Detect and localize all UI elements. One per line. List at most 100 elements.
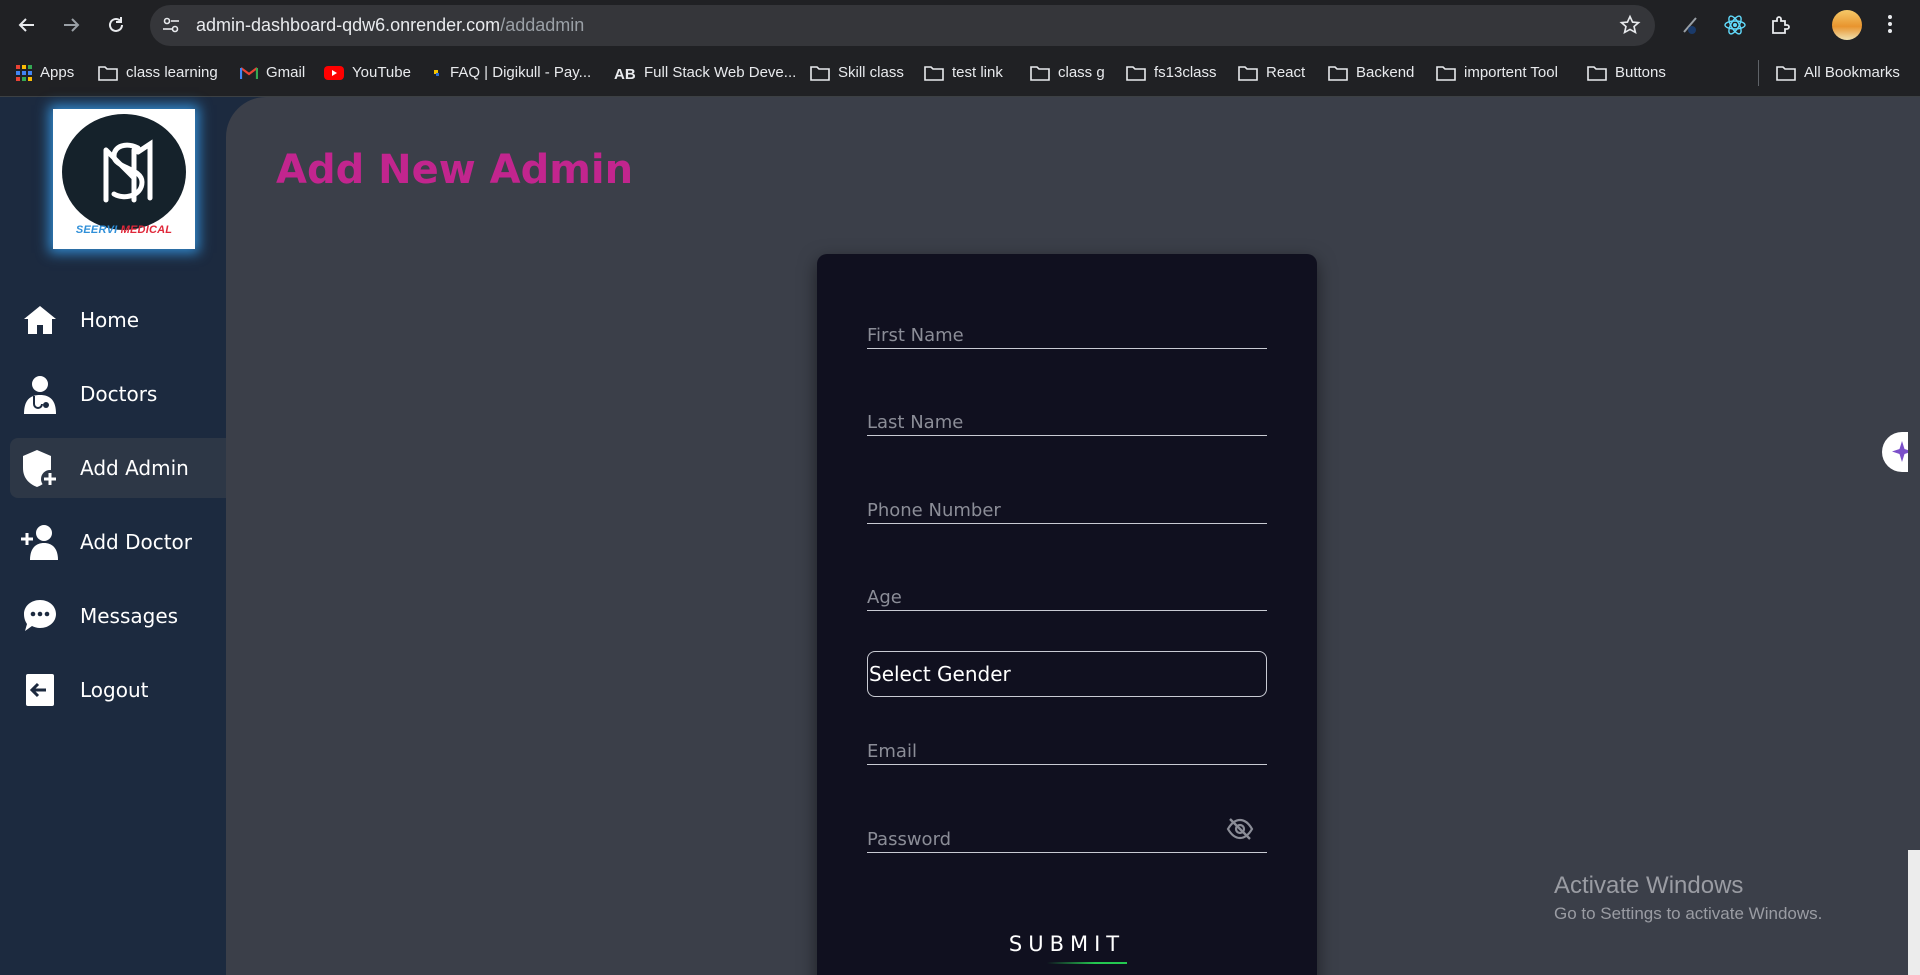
gender-select-value: Select Gender bbox=[869, 662, 1011, 686]
chat-icon bbox=[20, 596, 60, 636]
scrollbar-thumb[interactable] bbox=[1908, 850, 1920, 975]
folder-icon bbox=[1238, 65, 1258, 81]
logo[interactable]: SEERVI MEDICAL bbox=[53, 109, 195, 249]
gmail-icon bbox=[240, 66, 258, 79]
age-field bbox=[867, 579, 1267, 611]
bookmark-label: test link bbox=[952, 64, 1003, 81]
digikull-icon bbox=[434, 69, 439, 76]
bookmark-class-learning[interactable]: class learning bbox=[98, 64, 218, 81]
main-content: Add New Admin Select Gender bbox=[226, 97, 1920, 975]
folder-icon bbox=[1776, 65, 1796, 81]
folder-icon bbox=[1587, 65, 1607, 81]
bookmark-label: fs13class bbox=[1154, 64, 1217, 81]
bookmark-label: Backend bbox=[1356, 64, 1415, 81]
react-devtools-icon[interactable] bbox=[1720, 10, 1750, 40]
shield-plus-icon bbox=[20, 448, 60, 488]
bookmark-label: React bbox=[1266, 64, 1306, 81]
folder-icon bbox=[810, 65, 830, 81]
sidebar-item-label: Add Doctor bbox=[80, 530, 193, 554]
all-bookmarks[interactable]: All Bookmarks bbox=[1776, 64, 1900, 81]
bookmark-label: YouTube bbox=[352, 64, 411, 81]
url-host: admin-dashboard-qdw6.onrender.com bbox=[196, 15, 501, 35]
logo-text-blue: SEERVI bbox=[75, 224, 118, 236]
browser-menu-icon[interactable] bbox=[1882, 12, 1898, 38]
sidebar-item-messages[interactable]: Messages bbox=[10, 586, 226, 646]
sidebar-item-add-admin[interactable]: Add Admin bbox=[10, 438, 226, 498]
sidebar-item-label: Home bbox=[80, 308, 140, 332]
bookmark-backend[interactable]: Backend bbox=[1328, 64, 1414, 81]
eye-slash-icon bbox=[1226, 818, 1254, 840]
password-input[interactable] bbox=[867, 821, 1267, 852]
folder-icon bbox=[1030, 65, 1050, 81]
bookmark-star-icon[interactable] bbox=[1619, 14, 1641, 40]
bookmark-label: Buttons bbox=[1615, 64, 1666, 81]
site-settings-icon[interactable] bbox=[160, 14, 182, 36]
url-path: /addadmin bbox=[500, 15, 585, 35]
sidebar-item-home[interactable]: Home bbox=[10, 290, 226, 350]
bookmark-apps[interactable]: Apps bbox=[16, 64, 74, 81]
email-input[interactable] bbox=[867, 733, 1267, 764]
bookmark-digikull[interactable]: FAQ | Digikull - Pay... bbox=[432, 64, 591, 81]
bookmark-label: Apps bbox=[40, 64, 75, 81]
bookmarks-bar: Apps class learning Gmail YouTube FAQ | … bbox=[0, 52, 1920, 97]
last-name-input[interactable] bbox=[867, 404, 1267, 435]
bookmark-gmail[interactable]: Gmail bbox=[240, 64, 305, 81]
bookmark-full-stack[interactable]: AB Full Stack Web Deve... bbox=[614, 64, 796, 81]
forward-arrow-icon bbox=[64, 18, 80, 32]
bookmark-importent-tool[interactable]: importent Tool bbox=[1436, 64, 1558, 81]
youtube-icon bbox=[324, 65, 344, 80]
age-input[interactable] bbox=[867, 579, 1267, 610]
all-bookmarks-label: All Bookmarks bbox=[1804, 64, 1900, 81]
gender-select[interactable]: Select Gender bbox=[867, 651, 1267, 697]
url-text[interactable]: admin-dashboard-qdw6.onrender.com/addadm… bbox=[196, 15, 584, 36]
home-icon bbox=[20, 300, 60, 340]
address-bar[interactable]: admin-dashboard-qdw6.onrender.com/addadm… bbox=[150, 5, 1655, 46]
sidebar-item-doctors[interactable]: Doctors bbox=[10, 364, 226, 424]
bookmark-buttons[interactable]: Buttons bbox=[1587, 64, 1666, 81]
folder-icon bbox=[1328, 65, 1348, 81]
apps-grid-icon bbox=[16, 64, 32, 81]
bookmark-label: Full Stack Web Deve... bbox=[644, 64, 797, 81]
watermark-title: Activate Windows bbox=[1554, 872, 1744, 899]
bookmark-test-link[interactable]: test link bbox=[924, 64, 1003, 81]
phone-number-input[interactable] bbox=[867, 492, 1267, 523]
profile-avatar[interactable] bbox=[1832, 10, 1862, 40]
bookmark-class-g[interactable]: class g bbox=[1030, 64, 1105, 81]
forward-button[interactable] bbox=[56, 10, 86, 40]
reload-button[interactable] bbox=[101, 10, 131, 40]
toggle-password-visibility-button[interactable] bbox=[1225, 815, 1255, 843]
first-name-input[interactable] bbox=[867, 317, 1267, 348]
sidebar-item-label: Logout bbox=[80, 678, 149, 702]
sidebar-item-label: Add Admin bbox=[80, 456, 189, 480]
back-button[interactable] bbox=[12, 10, 42, 40]
user-plus-icon bbox=[20, 522, 60, 562]
page-title: Add New Admin bbox=[276, 147, 634, 193]
logout-icon bbox=[20, 670, 60, 710]
back-arrow-icon bbox=[18, 18, 34, 32]
phone-number-field bbox=[867, 492, 1267, 524]
reload-icon bbox=[109, 17, 123, 32]
bookmark-fs13class[interactable]: fs13class bbox=[1126, 64, 1217, 81]
sidebar-item-label: Doctors bbox=[80, 382, 158, 406]
email-field bbox=[867, 733, 1267, 765]
first-name-field bbox=[867, 317, 1267, 349]
extensions-puzzle-icon[interactable] bbox=[1766, 10, 1796, 40]
bookmark-react[interactable]: React bbox=[1238, 64, 1305, 81]
extension-pen-icon[interactable] bbox=[1676, 10, 1706, 40]
bookmark-label: class g bbox=[1058, 64, 1105, 81]
submit-button[interactable]: SUBMIT bbox=[967, 924, 1167, 964]
submit-underline bbox=[1047, 962, 1127, 964]
bookmark-skill-class[interactable]: Skill class bbox=[810, 64, 904, 81]
bookmark-label: FAQ | Digikull - Pay... bbox=[450, 64, 592, 81]
bookmark-label: class learning bbox=[126, 64, 218, 81]
logo-wordmark: SEERVI MEDICAL bbox=[76, 224, 172, 236]
bookmark-label: importent Tool bbox=[1464, 64, 1558, 81]
browser-toolbar: admin-dashboard-qdw6.onrender.com/addadm… bbox=[0, 0, 1920, 52]
bookmark-label: Gmail bbox=[266, 64, 306, 81]
sidebar-item-add-doctor[interactable]: Add Doctor bbox=[10, 512, 226, 572]
sidebar-item-label: Messages bbox=[80, 604, 179, 628]
bookmark-youtube[interactable]: YouTube bbox=[324, 64, 411, 81]
folder-icon bbox=[1126, 65, 1146, 81]
scrollbar-track[interactable] bbox=[1908, 97, 1920, 850]
sidebar-item-logout[interactable]: Logout bbox=[10, 660, 226, 720]
